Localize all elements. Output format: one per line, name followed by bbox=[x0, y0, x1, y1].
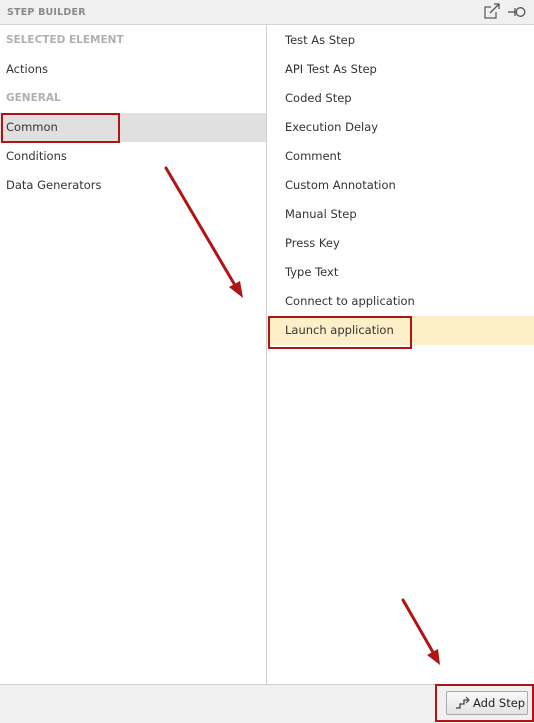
section-header-general: GENERAL bbox=[6, 92, 61, 104]
step-item-launch-application[interactable]: Launch application bbox=[267, 316, 534, 345]
step-item-manual-step[interactable]: Manual Step bbox=[267, 200, 534, 229]
add-step-label: Add Step bbox=[473, 696, 526, 710]
section-header-selected-element: SELECTED ELEMENT bbox=[6, 34, 124, 46]
pin-icon[interactable] bbox=[506, 3, 528, 21]
step-item-execution-delay[interactable]: Execution Delay bbox=[267, 113, 534, 142]
step-item-type-text[interactable]: Type Text bbox=[267, 258, 534, 287]
steps-icon bbox=[455, 696, 471, 710]
category-item-common[interactable]: Common bbox=[0, 113, 266, 142]
add-step-button[interactable]: Add Step bbox=[446, 691, 528, 715]
step-list: Test As Step API Test As Step Coded Step… bbox=[267, 25, 534, 684]
step-item-custom-annotation[interactable]: Custom Annotation bbox=[267, 171, 534, 200]
step-item-connect-to-application[interactable]: Connect to application bbox=[267, 287, 534, 316]
category-item-actions[interactable]: Actions bbox=[0, 55, 266, 84]
pop-out-icon[interactable] bbox=[481, 3, 503, 21]
panel-title: STEP BUILDER bbox=[7, 7, 86, 18]
category-list: SELECTED ELEMENT Actions GENERAL Common … bbox=[0, 25, 266, 684]
step-item-press-key[interactable]: Press Key bbox=[267, 229, 534, 258]
category-item-conditions[interactable]: Conditions bbox=[0, 142, 266, 171]
step-item-comment[interactable]: Comment bbox=[267, 142, 534, 171]
step-item-coded-step[interactable]: Coded Step bbox=[267, 84, 534, 113]
step-item-api-test-as-step[interactable]: API Test As Step bbox=[267, 55, 534, 84]
step-builder-titlebar: STEP BUILDER bbox=[0, 0, 534, 25]
step-item-test-as-step[interactable]: Test As Step bbox=[267, 26, 534, 55]
category-item-data-generators[interactable]: Data Generators bbox=[0, 171, 266, 200]
